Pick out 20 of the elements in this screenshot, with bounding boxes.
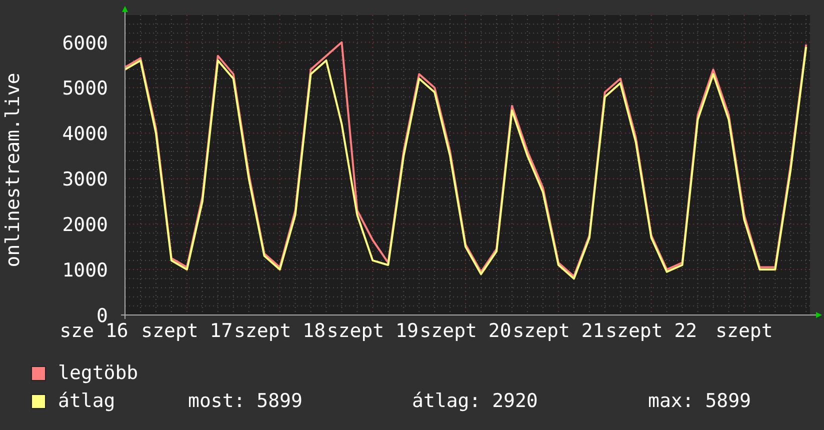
- x-tick-label: szept 18: [234, 320, 326, 342]
- x-tick-label: szept 19: [326, 320, 418, 342]
- legend-label: átlag: [58, 389, 116, 414]
- y-tick-label: 0: [96, 305, 108, 327]
- y-tick-label: 6000: [62, 32, 108, 54]
- x-tick-label: szept 21: [512, 320, 604, 342]
- legend-stat: most: 5899: [188, 389, 304, 414]
- legend-stat: max: 5899: [648, 389, 751, 414]
- x-tick-label: szept 22: [606, 320, 698, 342]
- x-tick-label: szept 17: [141, 320, 233, 342]
- x-tick-label: szept: [716, 320, 773, 342]
- y-tick-label: 4000: [62, 123, 108, 146]
- x-tick-label: szept 20: [420, 320, 512, 342]
- y-tick-label: 3000: [62, 168, 108, 191]
- y-tick-label: 2000: [62, 214, 108, 236]
- legend-stat: átlag: 2920: [412, 389, 539, 414]
- y-tick-label: 5000: [62, 78, 108, 100]
- legend-label: legtöbb: [58, 361, 140, 386]
- y-tick-label: 1000: [62, 260, 108, 282]
- axis-title: onlinestream.live: [2, 72, 24, 268]
